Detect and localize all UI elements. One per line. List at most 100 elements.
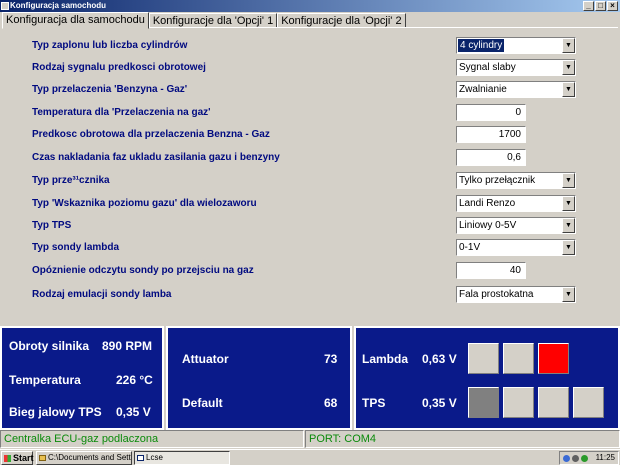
switch-type-value: Zwalnianie xyxy=(459,84,507,95)
row-tps-type: Typ TPS Liniowy 0-5V ▼ xyxy=(0,217,620,235)
tray-app-icon[interactable] xyxy=(581,455,588,462)
tab-car-config[interactable]: Konfiguracja dla samochodu xyxy=(2,12,149,29)
gas-level-select[interactable]: Landi Renzo ▼ xyxy=(456,195,576,212)
tps-type-label: Typ TPS xyxy=(32,220,72,231)
chevron-down-icon[interactable]: ▼ xyxy=(562,218,575,233)
tps-type-select[interactable]: Liniowy 0-5V ▼ xyxy=(456,217,576,234)
lambda-value: 0,63 V xyxy=(422,352,457,366)
lambda-emulation-value: Fala prostokatna xyxy=(459,289,534,300)
sensor-panel: Lambda 0,63 V TPS 0,35 V xyxy=(354,326,620,430)
folder-icon xyxy=(39,455,46,461)
rpm-label: Obroty silnika xyxy=(9,339,90,353)
chevron-down-icon[interactable]: ▼ xyxy=(562,173,575,188)
volume-icon[interactable] xyxy=(572,455,579,462)
tab-option-1[interactable]: Konfiguracje dla 'Opcji' 1 xyxy=(148,13,278,28)
tps-type-value: Liniowy 0-5V xyxy=(459,220,517,231)
switch-temp-input[interactable]: 0 xyxy=(456,104,526,121)
chevron-down-icon[interactable]: ▼ xyxy=(562,82,575,97)
row-rpm-signal: Rodzaj sygnalu predkosci obrotowej Sygna… xyxy=(0,59,620,77)
row-gas-level: Typ 'Wskaznika poziomu gazu' dla wieloza… xyxy=(0,195,620,213)
chevron-down-icon[interactable]: ▼ xyxy=(562,38,575,53)
ignition-label: Typ zaplonu lub liczba cylindrów xyxy=(32,40,188,51)
close-button[interactable]: × xyxy=(607,1,618,11)
taskbar-item-explorer[interactable]: C:\Documents and Settin... xyxy=(36,451,132,465)
app-icon xyxy=(1,2,9,10)
chevron-down-icon[interactable]: ▼ xyxy=(562,196,575,211)
rpm-signal-select[interactable]: Sygnal slaby ▼ xyxy=(456,59,576,76)
lambda-emulation-label: Rodzaj emulacji sondy lamba xyxy=(32,289,172,300)
tps-value: 0,35 V xyxy=(422,396,457,410)
row-switch-rpm: Predkosc obrotowa dla przelaczenia Benzn… xyxy=(0,126,620,144)
overlap-time-input[interactable]: 0,6 xyxy=(456,149,526,166)
title-bar: Konfiguracja samochodu _ □ × xyxy=(0,0,620,12)
port-status: PORT: COM4 xyxy=(305,430,620,448)
system-tray: 11:25 xyxy=(559,451,619,465)
tps-indicator-4 xyxy=(573,387,604,418)
network-icon[interactable] xyxy=(563,455,570,462)
default-label: Default xyxy=(182,396,223,410)
row-overlap-time: Czas nakladania faz ukladu zasilania gaz… xyxy=(0,149,620,167)
switch-rpm-input[interactable]: 1700 xyxy=(456,126,526,143)
temp-label: Temperatura xyxy=(9,373,81,387)
windows-logo-icon xyxy=(4,455,11,462)
taskbar-item-label: Lcse xyxy=(146,453,163,462)
lambda-emulation-select[interactable]: Fala prostokatna ▼ xyxy=(456,286,576,303)
tps-idle-value: 0,35 V xyxy=(116,405,151,419)
switch-type-select[interactable]: Zwalnianie ▼ xyxy=(456,81,576,98)
lambda-label: Lambda xyxy=(362,352,409,366)
lambda-indicator-3 xyxy=(538,343,569,374)
lambda-indicator-2 xyxy=(503,343,534,374)
maximize-button[interactable]: □ xyxy=(595,1,606,11)
attuator-value: 73 xyxy=(324,352,338,366)
taskbar-item-label: C:\Documents and Settin... xyxy=(48,453,131,462)
gas-level-value: Landi Renzo xyxy=(459,198,516,209)
rpm-signal-label: Rodzaj sygnalu predkosci obrotowej xyxy=(32,62,206,73)
tps-indicator-1 xyxy=(468,387,499,418)
switch-kind-label: Typ prze³¹cznika xyxy=(32,175,110,186)
default-value: 68 xyxy=(324,396,338,410)
chevron-down-icon[interactable]: ▼ xyxy=(562,240,575,255)
rpm-signal-value: Sygnal slaby xyxy=(459,62,516,73)
clock: 11:25 xyxy=(595,453,615,462)
ignition-select[interactable]: 4 cylindry ▼ xyxy=(456,37,576,54)
row-switch-type: Typ przelaczenia 'Benzyna - Gaz' Zwalnia… xyxy=(0,81,620,99)
taskbar-item-lcse[interactable]: Lcse xyxy=(134,451,230,465)
ignition-value: 4 cylindry xyxy=(458,39,505,52)
start-label: Start xyxy=(13,453,34,463)
temp-value: 226 °C xyxy=(116,373,153,387)
chevron-down-icon[interactable]: ▼ xyxy=(562,60,575,75)
row-ignition: Typ zaplonu lub liczba cylindrów 4 cylin… xyxy=(0,37,620,55)
gas-level-label: Typ 'Wskaznika poziomu gazu' dla wieloza… xyxy=(32,198,257,209)
engine-panel: Obroty silnika 890 RPM Temperatura 226 °… xyxy=(0,326,164,430)
row-lambda-type: Typ sondy lambda 0-1V ▼ xyxy=(0,239,620,257)
window-icon xyxy=(137,455,144,461)
attuator-label: Attuator xyxy=(182,352,229,366)
start-button[interactable]: Start xyxy=(1,451,34,465)
window-controls: _ □ × xyxy=(583,1,618,11)
tps-label: TPS xyxy=(362,396,386,410)
tab-option-2[interactable]: Konfiguracje dla 'Opcji' 2 xyxy=(277,13,406,28)
switch-rpm-label: Predkosc obrotowa dla przelaczenia Benzn… xyxy=(32,129,270,140)
connection-status: Centralka ECU-gaz podlaczona xyxy=(0,430,304,448)
window-title: Konfiguracja samochodu xyxy=(10,1,107,10)
row-switch-kind: Typ prze³¹cznika Tylko przełącznik ▼ xyxy=(0,172,620,190)
tps-indicator-2 xyxy=(503,387,534,418)
lambda-type-value: 0-1V xyxy=(459,242,481,253)
row-lambda-delay: Opóznienie odczytu sondy po przejsciu na… xyxy=(0,262,620,280)
config-form: Typ zaplonu lub liczba cylindrów 4 cylin… xyxy=(0,30,620,320)
lambda-type-select[interactable]: 0-1V ▼ xyxy=(456,239,576,256)
minimize-button[interactable]: _ xyxy=(583,1,594,11)
lambda-delay-input[interactable]: 40 xyxy=(456,262,526,279)
overlap-time-label: Czas nakladania faz ukladu zasilania gaz… xyxy=(32,152,280,163)
lambda-delay-label: Opóznienie odczytu sondy po przejsciu na… xyxy=(32,265,254,276)
row-switch-temp: Temperatura dla 'Przelaczenia na gaz' 0 xyxy=(0,104,620,122)
tab-strip: Konfiguracja dla samochodu Konfiguracje … xyxy=(2,12,406,29)
chevron-down-icon[interactable]: ▼ xyxy=(562,287,575,302)
actuator-panel: Attuator 73 Default 68 xyxy=(166,326,352,430)
tps-indicator-3 xyxy=(538,387,569,418)
row-lambda-emulation: Rodzaj emulacji sondy lamba Fala prostok… xyxy=(0,286,620,304)
lambda-indicator-1 xyxy=(468,343,499,374)
switch-type-label: Typ przelaczenia 'Benzyna - Gaz' xyxy=(32,84,188,95)
switch-kind-select[interactable]: Tylko przełącznik ▼ xyxy=(456,172,576,189)
switch-kind-value: Tylko przełącznik xyxy=(459,175,536,186)
